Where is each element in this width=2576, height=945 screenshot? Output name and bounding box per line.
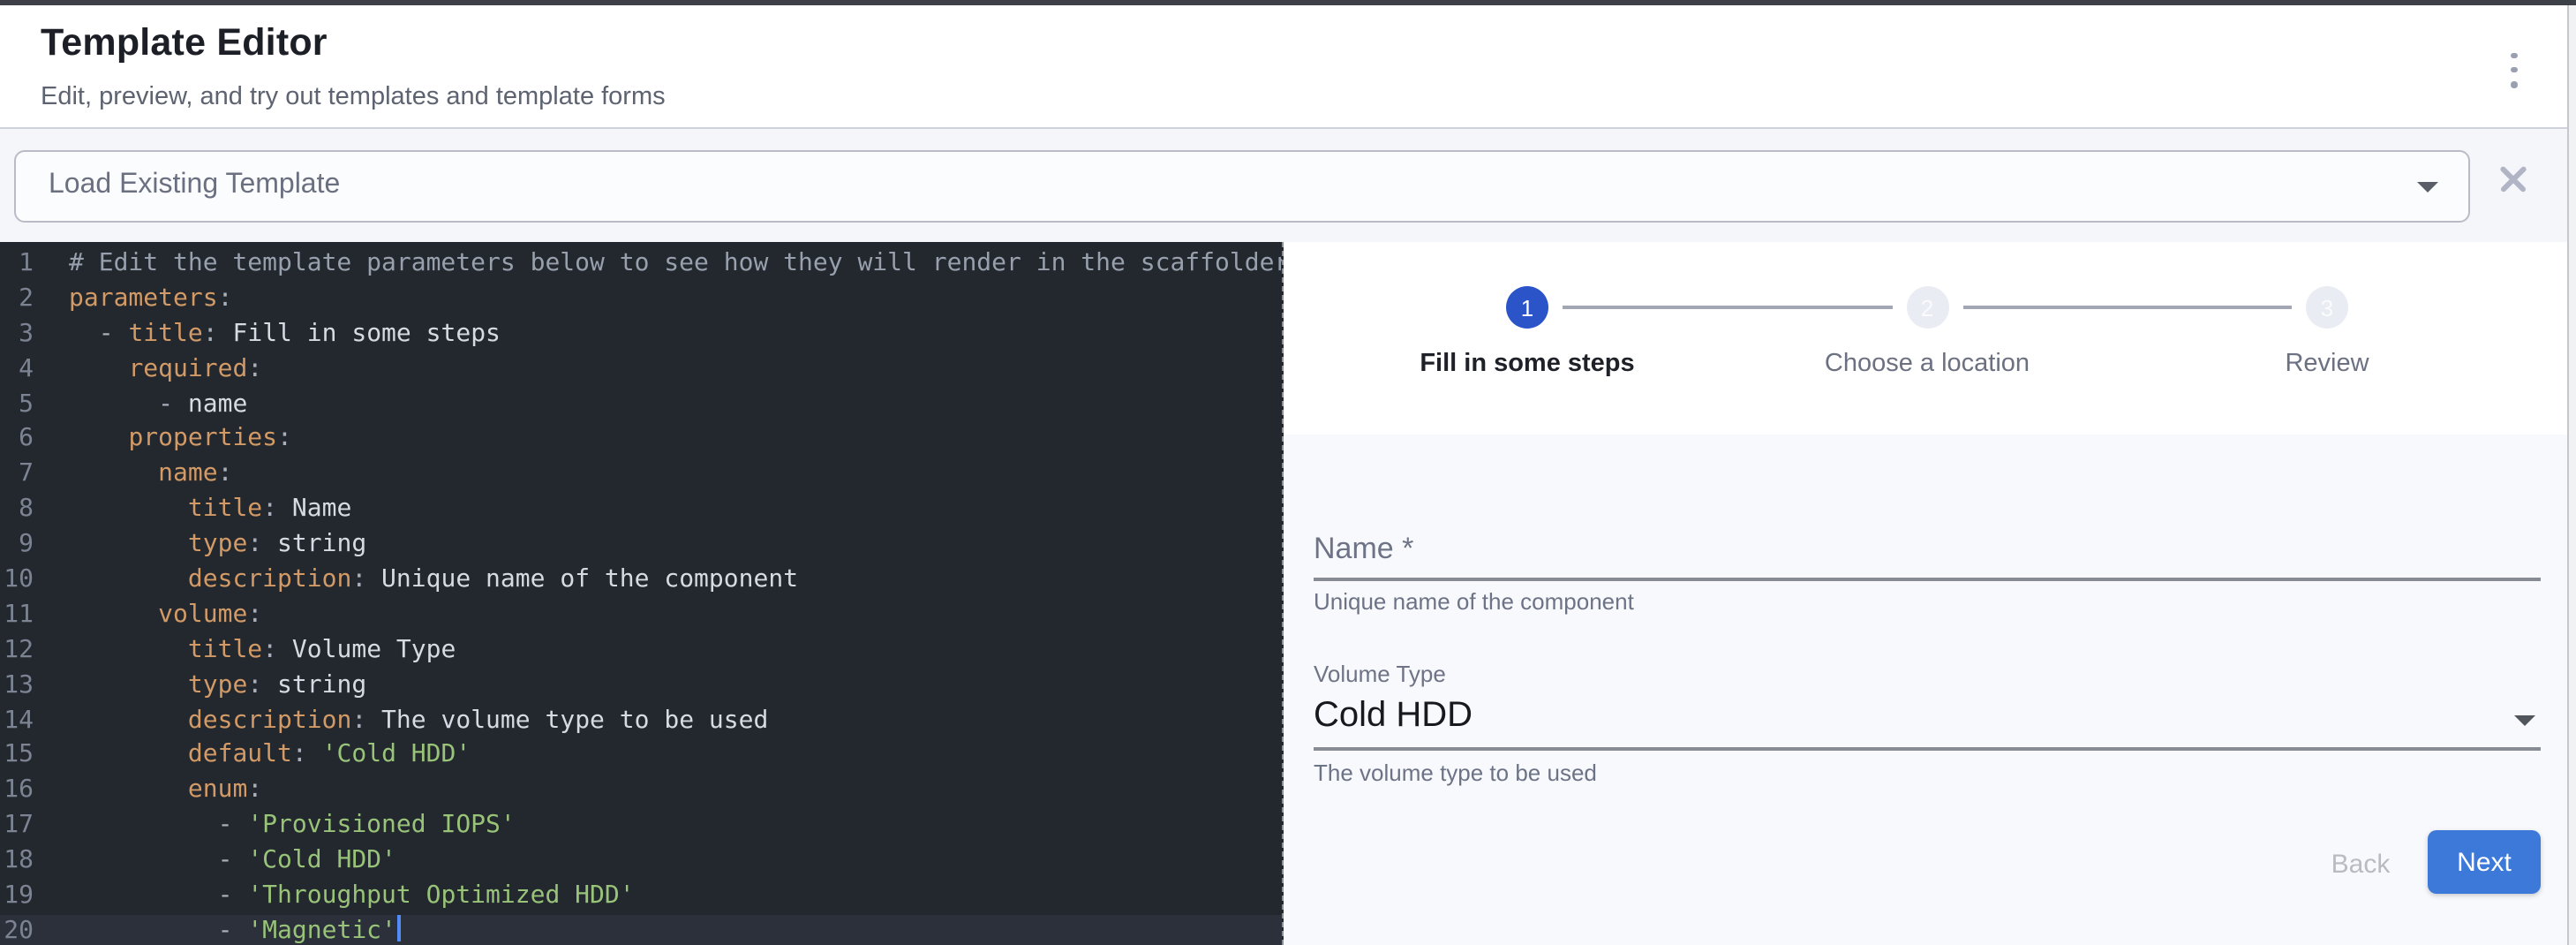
code-line: 1# Edit the template parameters below to… [0,247,1282,283]
window-top-edge [0,0,2576,4]
text-cursor [397,915,400,941]
code-line: 16 enum: [0,775,1282,810]
volume-type-select[interactable]: Cold HDD [1314,696,2541,747]
stepper-section [1284,242,2567,435]
load-template-placeholder: Load Existing Template [49,170,340,201]
line-number: 12 [0,634,34,669]
page-scrollbar[interactable] [2567,4,2576,945]
line-number: 14 [0,704,34,739]
page-title: Template Editor [41,20,328,64]
kebab-dot [2511,66,2517,72]
line-number: 18 [0,844,34,880]
load-template-select[interactable]: Load Existing Template [13,150,2469,223]
template-editor-page: Template Editor Edit, preview, and try o… [0,0,2576,945]
code-line: 9 type: string [0,528,1282,563]
code-line: 14 description: The volume type to be us… [0,704,1282,739]
volume-type-helper: The volume type to be used [1314,759,2541,785]
code-line: 10 description: Unique name of the compo… [0,563,1282,599]
step-number: 1 [1521,294,1533,321]
step-number: 3 [2321,294,2333,321]
line-number: 7 [0,458,34,494]
line-number: 19 [0,880,34,915]
volume-type-value: Cold HDD [1314,696,1473,735]
line-number: 2 [0,283,34,318]
code-line: 12 title: Volume Type [0,634,1282,669]
line-number: 11 [0,599,34,634]
line-number: 6 [0,423,34,458]
back-button[interactable]: Back [2308,843,2414,885]
template-loader-bar: Load Existing Template [0,128,2567,242]
yaml-code-editor[interactable]: 1# Edit the template parameters below to… [0,242,1284,945]
code-line: 8 title: Name [0,493,1282,528]
line-number: 15 [0,739,34,775]
line-number: 17 [0,810,34,845]
volume-type-label: Volume Type [1314,661,2541,687]
code-line: 11 volume: [0,599,1282,634]
code-line: 7 name: [0,458,1282,494]
page-subtitle: Edit, preview, and try out templates and… [41,82,666,110]
chevron-down-icon [2514,715,2535,726]
code-line: 20 - 'Magnetic' [0,915,1282,945]
step-3-label: Review [2115,350,2539,378]
code-line: 4 required: [0,352,1282,388]
code-line: 15 default: 'Cold HDD' [0,739,1282,775]
name-field-helper: Unique name of the component [1314,588,2541,615]
chevron-down-icon [2416,182,2437,193]
step-number: 2 [1921,294,1933,321]
name-input[interactable]: Name * [1314,532,2541,581]
template-preview-panel: 1 2 3 Fill in some steps Choose a locati… [1284,242,2567,945]
line-number: 8 [0,493,34,528]
line-number: 4 [0,352,34,388]
step-1-indicator: 1 [1506,286,1548,329]
page-header: Template Editor Edit, preview, and try o… [0,4,2567,126]
step-3-indicator: 3 [2306,286,2348,329]
line-number: 16 [0,775,34,810]
code-line: 2parameters: [0,283,1282,318]
code-line: 18 - 'Cold HDD' [0,844,1282,880]
clear-template-button[interactable] [2498,163,2528,193]
code-line: 19 - 'Throughput Optimized HDD' [0,880,1282,915]
line-number: 9 [0,528,34,563]
next-button[interactable]: Next [2428,830,2541,894]
step-connector [1962,306,2292,308]
code-line: 6 properties: [0,423,1282,458]
more-options-button[interactable] [2502,50,2527,89]
line-number: 1 [0,247,34,283]
code-line: 13 type: string [0,669,1282,704]
code-line: 5 - name [0,388,1282,423]
name-field-label: Name * [1314,532,1413,565]
kebab-dot [2511,52,2517,58]
line-number: 3 [0,318,34,353]
code-line: 17 - 'Provisioned IOPS' [0,810,1282,845]
line-number: 13 [0,669,34,704]
name-field-underline [1314,578,2541,580]
step-connector [1563,306,1893,308]
line-number: 10 [0,563,34,599]
line-number: 20 [0,915,34,945]
step-1-label: Fill in some steps [1315,350,1739,378]
step-2-label: Choose a location [1715,350,2139,378]
volume-type-underline [1314,747,2541,750]
kebab-dot [2511,81,2517,87]
code-line: 3 - title: Fill in some steps [0,318,1282,353]
step-2-indicator: 2 [1906,286,1948,329]
line-number: 5 [0,388,34,423]
